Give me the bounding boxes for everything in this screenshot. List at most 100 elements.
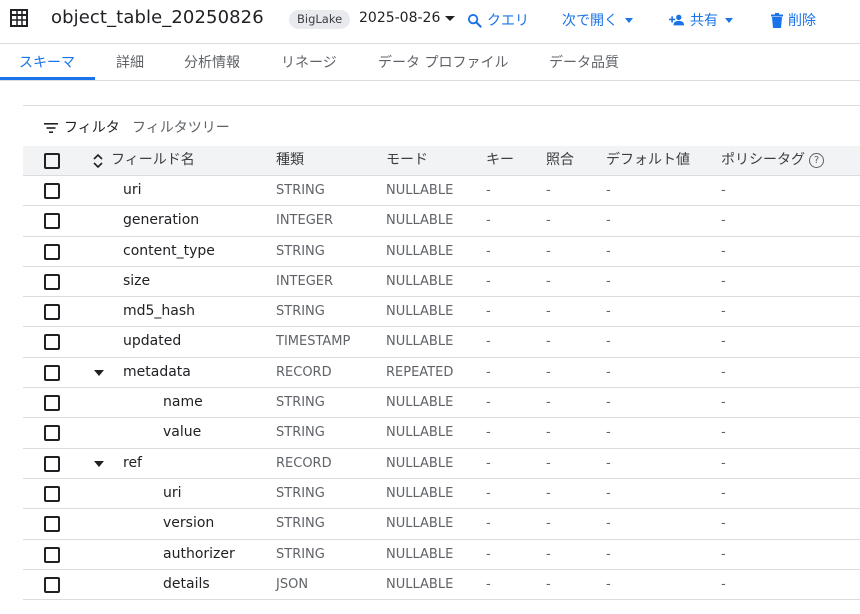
table-row[interactable]: authorizer STRING NULLABLE - - - - bbox=[23, 540, 860, 570]
search-icon bbox=[467, 13, 482, 28]
column-header-field-name[interactable]: フィールド名 bbox=[111, 146, 195, 175]
row-checkbox[interactable] bbox=[44, 425, 60, 442]
field-key: - bbox=[486, 183, 491, 198]
row-checkbox[interactable] bbox=[44, 183, 60, 199]
field-default: - bbox=[606, 304, 611, 320]
column-header-mode: モード bbox=[386, 152, 428, 168]
field-name: value bbox=[163, 424, 202, 441]
field-policy-tag: - bbox=[721, 576, 726, 592]
field-collation: - bbox=[546, 183, 551, 198]
query-button[interactable]: クエリ bbox=[467, 10, 529, 30]
field-collation: - bbox=[546, 425, 551, 441]
field-policy-tag: - bbox=[721, 364, 726, 380]
field-name: name bbox=[163, 394, 203, 411]
field-type: INTEGER bbox=[276, 213, 334, 229]
filter-tree-label[interactable]: フィルタツリー bbox=[132, 117, 230, 137]
field-policy-tag: - bbox=[721, 395, 726, 411]
query-label: クエリ bbox=[487, 13, 529, 29]
field-mode: NULLABLE bbox=[386, 546, 454, 562]
field-collation: - bbox=[546, 485, 551, 501]
field-name: updated bbox=[123, 333, 182, 350]
field-default: - bbox=[606, 243, 611, 259]
field-collation: - bbox=[546, 243, 551, 259]
row-checkbox[interactable] bbox=[44, 243, 60, 260]
field-name: metadata bbox=[123, 363, 191, 380]
tab-schema[interactable]: スキーマ bbox=[19, 52, 75, 72]
tab-details[interactable]: 詳細 bbox=[116, 52, 144, 72]
table-row[interactable]: details JSON NULLABLE - - - - bbox=[23, 570, 860, 601]
tab-lineage[interactable]: リネージ bbox=[281, 52, 337, 72]
field-collation: - bbox=[546, 304, 551, 320]
row-checkbox[interactable] bbox=[44, 304, 60, 321]
field-key: - bbox=[486, 304, 491, 320]
tabs-divider bbox=[0, 80, 860, 81]
row-checkbox[interactable] bbox=[44, 364, 60, 381]
field-name: authorizer bbox=[163, 545, 235, 562]
field-policy-tag: - bbox=[721, 516, 726, 532]
filter-icon[interactable] bbox=[44, 123, 58, 133]
table-row[interactable]: size INTEGER NULLABLE - - - - bbox=[23, 267, 860, 298]
row-checkbox[interactable] bbox=[44, 576, 60, 593]
sort-icon[interactable] bbox=[93, 153, 103, 169]
field-default: - bbox=[606, 364, 611, 380]
row-checkbox[interactable] bbox=[44, 485, 60, 502]
table-row[interactable]: uri STRING NULLABLE - - - - bbox=[23, 176, 860, 207]
row-checkbox[interactable] bbox=[44, 213, 60, 230]
row-checkbox[interactable] bbox=[44, 546, 60, 563]
table-row[interactable]: version STRING NULLABLE - - - - bbox=[23, 509, 860, 540]
field-default: - bbox=[606, 546, 611, 562]
table-row[interactable]: ref RECORD NULLABLE - - - - bbox=[23, 449, 860, 479]
tab-data-quality[interactable]: データ品質 bbox=[549, 52, 619, 72]
row-checkbox[interactable] bbox=[44, 273, 60, 290]
policy-tag-label: ポリシータグ bbox=[721, 152, 805, 168]
version-selector[interactable]: 2025-08-26 bbox=[359, 10, 456, 26]
field-type: RECORD bbox=[276, 364, 332, 380]
select-all-checkbox[interactable] bbox=[44, 153, 60, 169]
share-button[interactable]: 共有 bbox=[669, 10, 733, 30]
table-icon bbox=[10, 9, 28, 27]
field-default: - bbox=[606, 334, 611, 350]
tab-insights[interactable]: 分析情報 bbox=[184, 52, 240, 72]
field-collation: - bbox=[546, 516, 551, 532]
filter-input-label[interactable]: フィルタ bbox=[64, 117, 120, 137]
column-header-default: デフォルト値 bbox=[606, 152, 690, 168]
delete-button[interactable]: 削除 bbox=[771, 10, 816, 30]
field-name: ref bbox=[123, 454, 142, 471]
table-row[interactable]: value STRING NULLABLE - - - - bbox=[23, 418, 860, 449]
field-key: - bbox=[486, 455, 491, 471]
table-row[interactable]: content_type STRING NULLABLE - - - - bbox=[23, 237, 860, 267]
field-mode: NULLABLE bbox=[386, 516, 454, 532]
row-checkbox[interactable] bbox=[44, 455, 60, 472]
open-in-button[interactable]: 次で開く bbox=[562, 10, 633, 30]
table-header-row: フィールド名 種類 モード キー 照合 デフォルト値 ポリシータグ? bbox=[23, 146, 860, 176]
table-row[interactable]: metadata RECORD REPEATED - - - - bbox=[23, 358, 860, 389]
tab-data-profile[interactable]: データ プロファイル bbox=[378, 52, 508, 72]
table-row[interactable]: name STRING NULLABLE - - - - bbox=[23, 388, 860, 419]
field-name: generation bbox=[123, 212, 200, 229]
table-row[interactable]: generation INTEGER NULLABLE - - - - bbox=[23, 206, 860, 237]
chevron-down-icon bbox=[445, 15, 456, 21]
expand-arrow-icon[interactable] bbox=[94, 369, 104, 376]
row-checkbox[interactable] bbox=[44, 395, 60, 412]
row-checkbox[interactable] bbox=[44, 334, 60, 351]
table-row[interactable]: uri STRING NULLABLE - - - - bbox=[23, 479, 860, 510]
field-type: STRING bbox=[276, 183, 325, 198]
top-bar: object_table_20250826 BigLake 2025-08-26… bbox=[0, 0, 860, 40]
expand-arrow-icon[interactable] bbox=[94, 460, 104, 467]
tab-bar: スキーマ 詳細 分析情報 リネージ データ プロファイル データ品質 bbox=[0, 44, 860, 80]
table-row[interactable]: md5_hash STRING NULLABLE - - - - bbox=[23, 297, 860, 328]
field-collation: - bbox=[546, 364, 551, 380]
field-name: version bbox=[163, 515, 215, 532]
chevron-down-icon bbox=[725, 17, 733, 23]
field-collation: - bbox=[546, 546, 551, 562]
table-row[interactable]: updated TIMESTAMP NULLABLE - - - - bbox=[23, 327, 860, 358]
row-checkbox[interactable] bbox=[44, 516, 60, 533]
help-icon[interactable]: ? bbox=[809, 152, 824, 168]
column-header-collation: 照合 bbox=[546, 152, 574, 168]
field-name: content_type bbox=[123, 242, 215, 259]
field-collation: - bbox=[546, 455, 551, 471]
field-collation: - bbox=[546, 576, 551, 592]
field-type: STRING bbox=[276, 425, 325, 441]
trash-icon bbox=[771, 12, 783, 28]
field-type: STRING bbox=[276, 546, 325, 562]
